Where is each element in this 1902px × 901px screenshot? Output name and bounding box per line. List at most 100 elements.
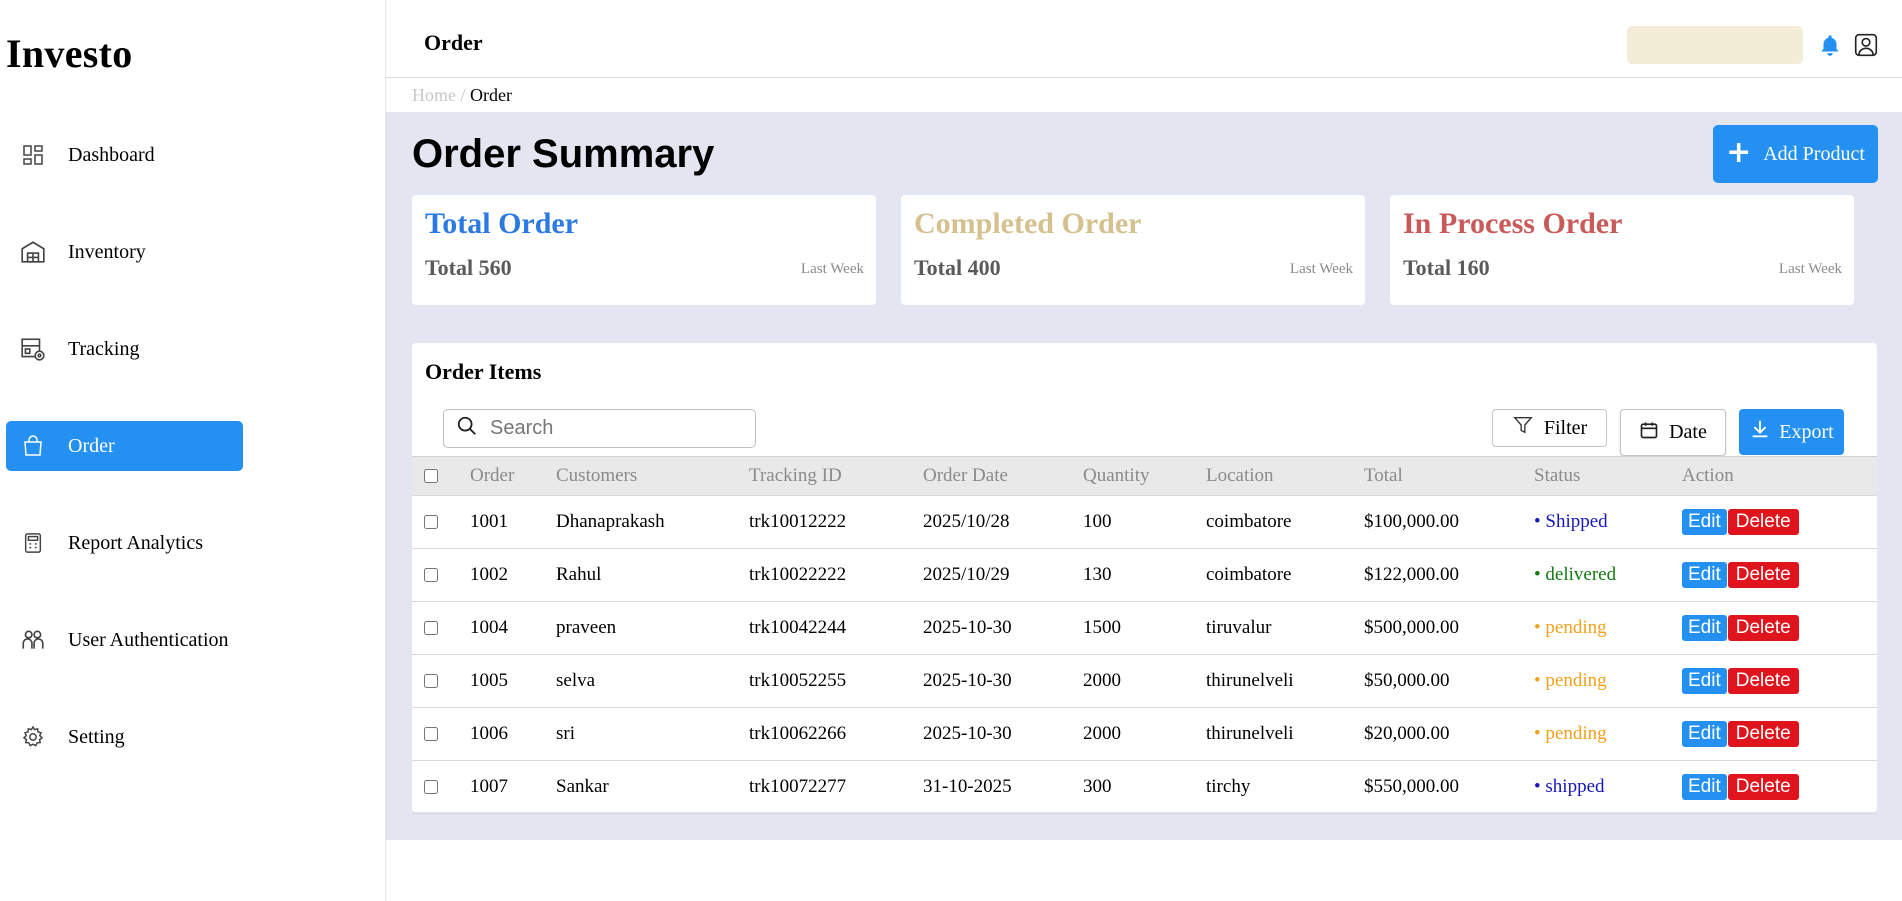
tracking-box-icon [8,324,58,374]
row-checkbox[interactable] [424,568,438,582]
download-icon [1749,418,1771,446]
location: tirchy [1206,776,1251,797]
quantity: 130 [1083,564,1112,585]
user-profile-icon[interactable] [1853,32,1879,58]
column-header: Location [1206,465,1274,486]
delete-button[interactable]: Delete [1727,721,1799,747]
row-actions: Edit Delete [1682,549,1799,601]
status-badge: • pending [1534,723,1607,744]
row-checkbox[interactable] [424,515,438,529]
header-search-input[interactable] [1627,26,1803,64]
column-header: Quantity [1083,465,1150,486]
edit-button[interactable]: Edit [1682,721,1727,747]
row-checkbox[interactable] [424,621,438,635]
order-id: 1007 [470,776,508,797]
customer-name: sri [556,723,575,744]
customer-name: Dhanaprakash [556,511,665,532]
order-total: $50,000.00 [1364,670,1450,691]
page-title: Order Summary [412,132,715,176]
calculator-report-icon [8,518,58,568]
delete-button[interactable]: Delete [1727,509,1799,535]
order-id: 1002 [470,564,508,585]
delete-button[interactable]: Delete [1727,774,1799,800]
row-actions: Edit Delete [1682,708,1799,760]
row-checkbox[interactable] [424,674,438,688]
search-input[interactable] [490,417,740,440]
table-row: 1001 Dhanaprakash trk10012222 2025/10/28… [412,496,1877,549]
filter-label: Filter [1543,416,1588,439]
card-title: Total Order [425,207,579,240]
summary-card-completed-order: Completed Order Total 400 Last Week [901,195,1365,305]
add-product-button[interactable]: + Add Product [1713,125,1878,183]
edit-button[interactable]: Edit [1682,774,1727,800]
location: tiruvalur [1206,617,1272,638]
summary-card-total-order: Total Order Total 560 Last Week [412,195,876,305]
search-icon [456,415,478,442]
column-header: Tracking ID [749,465,842,486]
order-id: 1004 [470,617,508,638]
row-checkbox[interactable] [424,727,438,741]
main-content: Order Summary + Add Product Total Order … [386,112,1902,840]
sidebar: Investo Dashboard Inventory Tracking Ord… [0,0,386,901]
sidebar-item-order[interactable]: Order [6,421,243,471]
table-row: 1006 sri trk10062266 2025-10-30 2000 thi… [412,708,1877,761]
sidebar-item-report-analytics[interactable]: Report Analytics [6,518,243,568]
orders-table: Order Customers Tracking ID Order Date Q… [412,456,1877,814]
bell-icon[interactable] [1817,32,1843,58]
location: thirunelveli [1206,723,1294,744]
row-actions: Edit Delete [1682,602,1799,654]
export-button[interactable]: Export [1739,409,1844,455]
edit-button[interactable]: Edit [1682,509,1727,535]
status-badge: • delivered [1534,564,1617,585]
sidebar-item-label: Tracking [68,337,140,360]
order-search-field[interactable] [443,409,756,448]
card-total: Total 560 [425,255,512,280]
sidebar-item-label: User Authentication [68,628,229,651]
tracking-id: trk10062266 [749,723,847,744]
card-title: In Process Order [1403,207,1623,240]
order-date: 2025-10-30 [923,617,1012,638]
delete-button[interactable]: Delete [1727,562,1799,588]
edit-button[interactable]: Edit [1682,668,1727,694]
order-date: 2025-10-30 [923,723,1012,744]
order-total: $100,000.00 [1364,511,1459,532]
select-all-checkbox[interactable] [424,469,438,483]
row-actions: Edit Delete [1682,655,1799,707]
order-date: 2025-10-30 [923,670,1012,691]
customer-name: Sankar [556,776,609,797]
sidebar-item-label: Setting [68,725,125,748]
edit-button[interactable]: Edit [1682,615,1727,641]
sidebar-item-label: Report Analytics [68,531,203,554]
sidebar-item-user-authentication[interactable]: User Authentication [6,615,243,665]
breadcrumb-home-link[interactable]: Home [412,85,456,105]
panel-title: Order Items [425,359,542,384]
order-id: 1001 [470,511,508,532]
delete-button[interactable]: Delete [1727,615,1799,641]
sidebar-item-setting[interactable]: Setting [6,712,243,762]
plus-icon: + [1726,134,1752,170]
edit-button[interactable]: Edit [1682,562,1727,588]
status-badge: • shipped [1534,776,1605,797]
sidebar-item-dashboard[interactable]: Dashboard [6,130,243,180]
quantity: 2000 [1083,723,1121,744]
row-select-cell [424,496,438,548]
sidebar-item-inventory[interactable]: Inventory [6,227,243,277]
row-actions: Edit Delete [1682,761,1799,813]
card-total: Total 400 [914,255,1001,280]
warehouse-icon [8,227,58,277]
row-select-cell [424,761,438,813]
row-select-cell [424,549,438,601]
status-badge: • Shipped [1534,511,1608,532]
sidebar-item-tracking[interactable]: Tracking [6,324,243,374]
calendar-icon [1639,420,1659,446]
date-button[interactable]: Date [1620,409,1726,456]
card-total: Total 160 [1403,255,1490,280]
card-title: Completed Order [914,207,1142,240]
order-total: $122,000.00 [1364,564,1459,585]
filter-button[interactable]: Filter [1492,409,1607,447]
row-checkbox[interactable] [424,780,438,794]
table-row: 1002 Rahul trk10022222 2025/10/29 130 co… [412,549,1877,602]
column-header: Action [1682,465,1734,486]
delete-button[interactable]: Delete [1727,668,1799,694]
top-header: Order [386,0,1902,78]
